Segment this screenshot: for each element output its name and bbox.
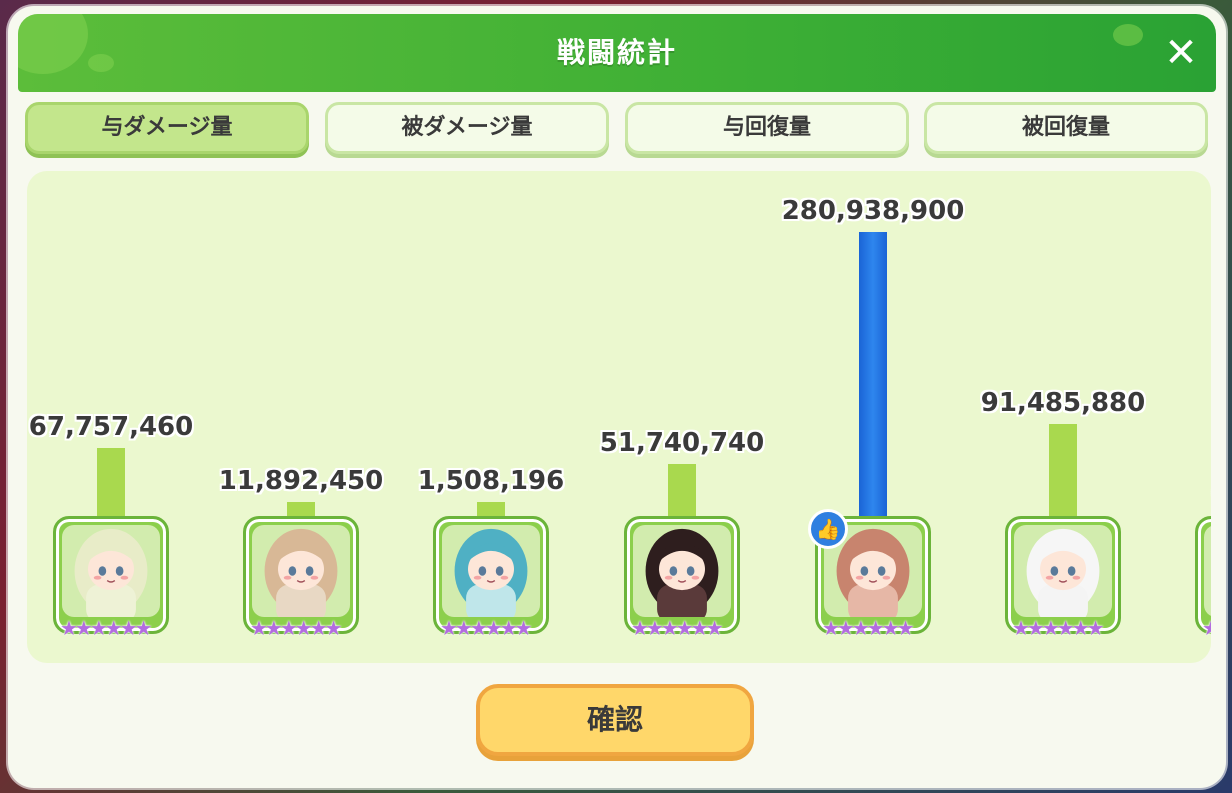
damage-bar <box>97 448 125 516</box>
tab-healing-received[interactable]: 被回復量 <box>924 102 1208 154</box>
damage-value-label: 280,938,900 <box>781 196 965 226</box>
damage-bar <box>287 502 315 516</box>
portrait-frame <box>633 525 731 617</box>
tab-damage-taken[interactable]: 被ダメージ量 <box>325 102 609 154</box>
portrait-frame <box>1014 525 1112 617</box>
character-avatar <box>74 528 148 617</box>
damage-value-label: 11,892,450 <box>218 466 384 496</box>
star-rating: ★★★★★★ <box>250 616 343 640</box>
damage-value-label: 91,485,880 <box>980 388 1146 418</box>
confirm-button[interactable]: 確認 <box>476 684 754 756</box>
character-portrait[interactable]: ★★★★★★ 👍 <box>808 509 931 639</box>
damage-value-label: 51,740,740 <box>599 428 765 458</box>
stat-tabs: 与ダメージ量 被ダメージ量 与回復量 被回復量 <box>25 102 1213 160</box>
damage-chart: 67,757,460 ★★★★★★ 11,892,450 ★★★★★★ 1,508,19… <box>27 171 1211 663</box>
portrait-frame <box>62 525 160 617</box>
damage-value-label: 1,508,196 <box>417 466 565 496</box>
thumbs-up-icon: 👍 <box>808 509 848 549</box>
battle-stats-dialog: 戦闘統計 ✕ 与ダメージ量 被ダメージ量 与回復量 被回復量 67,757,46… <box>8 6 1226 788</box>
star-rating: ★★★★★★ <box>1012 616 1105 640</box>
portrait-frame <box>1204 525 1211 617</box>
character-portrait[interactable]: ★★★★★★ <box>624 516 740 639</box>
damage-bar-highlight <box>859 232 887 516</box>
character-portrait[interactable]: ★★★★★★ <box>1005 516 1121 639</box>
character-portrait[interactable]: ★ <box>1195 516 1211 639</box>
portrait-frame <box>252 525 350 617</box>
character-portrait[interactable]: ★★★★★★ <box>243 516 359 639</box>
star-rating: ★★★★★★ <box>822 616 915 640</box>
character-avatar <box>645 528 719 617</box>
star-rating: ★ <box>1202 616 1211 640</box>
close-icon[interactable]: ✕ <box>1160 32 1202 74</box>
character-avatar <box>1026 528 1100 617</box>
star-rating: ★★★★★★ <box>60 616 153 640</box>
character-portrait[interactable]: ★★★★★★ <box>433 516 549 639</box>
damage-bar <box>668 464 696 516</box>
tab-damage-dealt[interactable]: 与ダメージ量 <box>25 102 309 154</box>
character-avatar <box>264 528 338 617</box>
star-rating: ★★★★★★ <box>440 616 533 640</box>
portrait-frame <box>442 525 540 617</box>
damage-value-label: 67,757,460 <box>28 412 194 442</box>
dialog-header: 戦闘統計 ✕ <box>18 14 1216 92</box>
character-avatar <box>1204 525 1211 617</box>
damage-bar <box>1049 424 1077 516</box>
dialog-title: 戦闘統計 <box>556 36 677 69</box>
tab-healing-dealt[interactable]: 与回復量 <box>625 102 909 154</box>
damage-value-label: 14, <box>1210 486 1211 516</box>
star-rating: ★★★★★★ <box>631 616 724 640</box>
character-portrait[interactable]: ★★★★★★ <box>53 516 169 639</box>
damage-bar <box>477 502 505 516</box>
character-avatar <box>454 528 528 617</box>
